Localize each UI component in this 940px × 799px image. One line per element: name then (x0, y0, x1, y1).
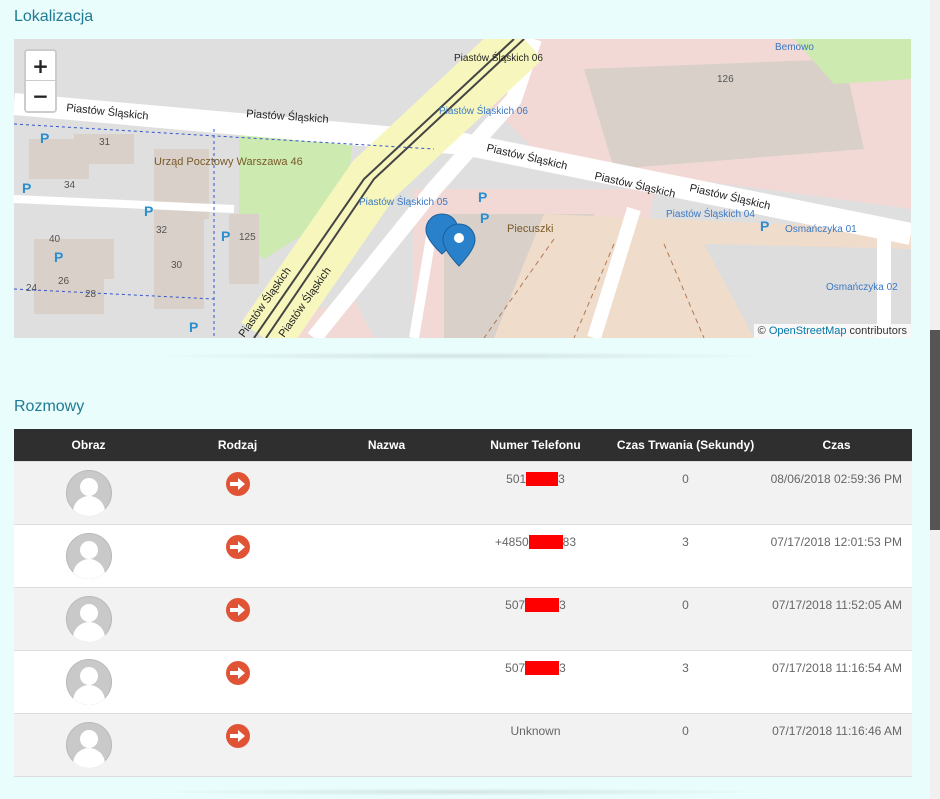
conversations-title: Rozmowy (14, 398, 85, 415)
contact-name-cell (312, 712, 461, 777)
duration-cell: 0 (610, 712, 761, 777)
contact-name-cell (312, 586, 461, 650)
svg-text:28: 28 (85, 289, 97, 300)
time-cell: 07/17/2018 11:52:05 AM (761, 586, 912, 650)
zoom-in-button[interactable]: + (26, 51, 55, 81)
time-cell: 07/17/2018 12:01:53 PM (761, 523, 912, 587)
svg-text:Piastów Śląskich 06: Piastów Śląskich 06 (439, 104, 528, 117)
conversations-table: Obraz Rodzaj Nazwa Numer Telefonu Czas T… (14, 429, 912, 777)
column-header-type[interactable]: Rodzaj (163, 429, 312, 461)
outgoing-call-icon (225, 534, 250, 559)
column-header-name[interactable]: Nazwa (312, 429, 461, 461)
svg-text:P: P (221, 228, 230, 244)
column-header-phone[interactable]: Numer Telefonu (461, 429, 610, 461)
column-header-time[interactable]: Czas (761, 429, 912, 461)
duration-cell: 0 (610, 586, 761, 650)
avatar-icon (65, 658, 112, 705)
redaction-box (525, 661, 560, 676)
openstreetmap-link[interactable]: OpenStreetMap (769, 325, 847, 337)
phone-number-cell: Unknown (461, 712, 610, 777)
avatar-icon (65, 469, 112, 516)
svg-text:P: P (54, 249, 63, 265)
svg-text:P: P (40, 130, 49, 146)
location-title: Lokalizacja (14, 8, 94, 25)
location-map[interactable]: Piastów Śląskich Piastów Śląskich Piastó… (14, 39, 911, 338)
svg-text:40: 40 (49, 234, 61, 245)
phone-number-cell: 501 3 (461, 460, 610, 524)
svg-text:P: P (760, 218, 769, 234)
contact-name-cell (312, 523, 461, 587)
svg-text:31: 31 (99, 137, 111, 148)
table-row[interactable]: Unknown 0 07/17/2018 11:16:46 AM (14, 712, 912, 777)
table-row[interactable]: 501 3 0 08/06/2018 02:59:36 PM (14, 460, 912, 524)
phone-number-cell: +4850 83 (461, 523, 610, 587)
map-tiles: Piastów Śląskich Piastów Śląskich Piastó… (14, 39, 911, 338)
svg-text:126: 126 (717, 74, 734, 85)
scrollbar-thumb[interactable] (930, 330, 940, 530)
avatar-icon (65, 532, 112, 579)
redaction-box (526, 472, 559, 487)
table-row[interactable]: +4850 83 3 07/17/2018 12:01:53 PM (14, 523, 912, 587)
svg-text:P: P (22, 180, 31, 196)
duration-cell: 0 (610, 460, 761, 524)
contact-name-cell (312, 460, 461, 524)
zoom-control: + − (24, 49, 57, 113)
time-cell: 07/17/2018 11:16:46 AM (761, 712, 912, 777)
divider (140, 788, 780, 796)
svg-text:Bemowo: Bemowo (775, 42, 814, 53)
svg-text:Osmańczyka 01: Osmańczyka 01 (785, 224, 857, 235)
column-header-duration[interactable]: Czas Trwania (Sekundy) (610, 429, 761, 461)
map-attribution: © OpenStreetMap contributors (753, 324, 911, 338)
page-scrollbar[interactable] (930, 0, 940, 799)
svg-text:Piastów Śląskich 04: Piastów Śląskich 04 (666, 207, 755, 220)
table-row[interactable]: 507 3 3 07/17/2018 11:16:54 AM (14, 649, 912, 713)
svg-text:P: P (189, 319, 198, 335)
table-row[interactable]: 507 3 0 07/17/2018 11:52:05 AM (14, 586, 912, 650)
time-cell: 08/06/2018 02:59:36 PM (761, 460, 912, 524)
svg-text:P: P (478, 189, 487, 205)
duration-cell: 3 (610, 523, 761, 587)
outgoing-call-icon (225, 471, 250, 496)
svg-text:P: P (480, 210, 489, 226)
redaction-box (528, 535, 563, 550)
svg-text:P: P (144, 203, 153, 219)
outgoing-call-icon (225, 660, 250, 685)
svg-text:Piecuszki: Piecuszki (507, 223, 553, 235)
svg-text:Osmańczyka 02: Osmańczyka 02 (826, 282, 898, 293)
outgoing-call-icon (225, 597, 250, 622)
svg-text:30: 30 (171, 260, 183, 271)
svg-text:34: 34 (64, 180, 76, 191)
divider (140, 352, 780, 360)
svg-text:24: 24 (26, 283, 38, 294)
svg-text:Urząd Pocztowy Warszawa 46: Urząd Pocztowy Warszawa 46 (154, 156, 303, 168)
avatar-icon (65, 721, 112, 768)
avatar-icon (65, 595, 112, 642)
column-header-image[interactable]: Obraz (14, 429, 163, 461)
svg-text:32: 32 (156, 225, 168, 236)
table-header-row: Obraz Rodzaj Nazwa Numer Telefonu Czas T… (14, 429, 912, 461)
outgoing-call-icon (225, 723, 250, 748)
redaction-box (525, 598, 560, 613)
phone-number-cell: 507 3 (461, 649, 610, 713)
time-cell: 07/17/2018 11:16:54 AM (761, 649, 912, 713)
phone-number-cell: 507 3 (461, 586, 610, 650)
svg-text:Piastów Śląskich 05: Piastów Śląskich 05 (359, 195, 448, 208)
duration-cell: 3 (610, 649, 761, 713)
svg-text:125: 125 (239, 232, 256, 243)
svg-text:26: 26 (58, 276, 70, 287)
svg-text:Piastów Śląskich 06: Piastów Śląskich 06 (454, 51, 543, 64)
zoom-out-button[interactable]: − (26, 81, 55, 111)
contact-name-cell (312, 649, 461, 713)
